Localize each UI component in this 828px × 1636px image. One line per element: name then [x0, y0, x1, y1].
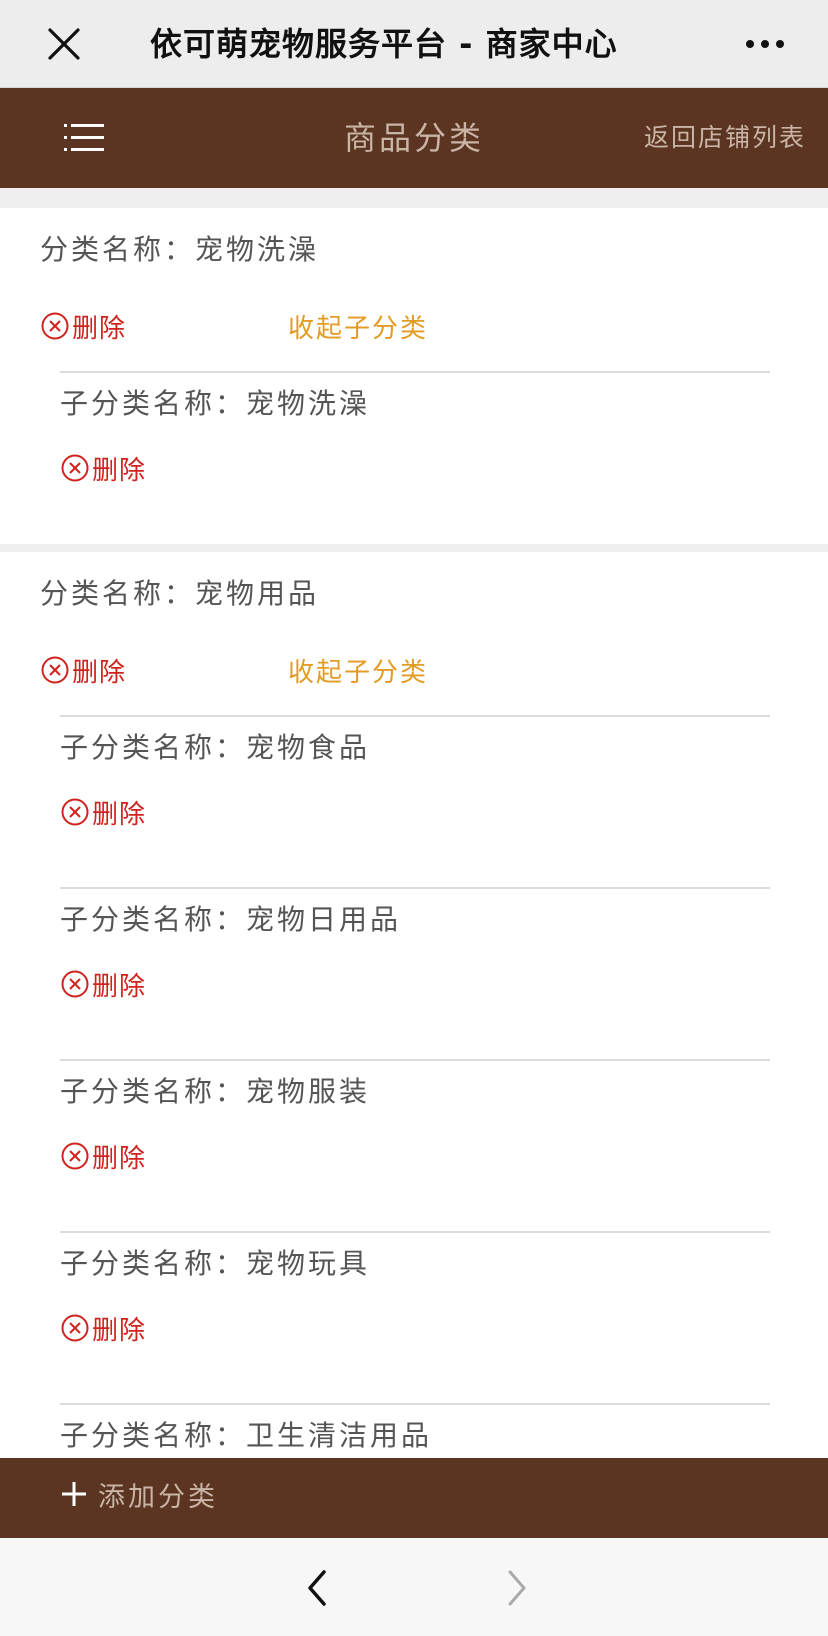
- subcategory-name-value: 宠物食品: [246, 731, 371, 764]
- category-card: 分类名称：宠物洗澡 删除 收起子分类 子分类名称：宠物洗澡 删除: [0, 208, 828, 544]
- delete-label: 删除: [92, 971, 147, 1002]
- app-header: 商品分类 返回店铺列表: [0, 88, 828, 188]
- divider: [60, 715, 770, 717]
- subcategory-name-value: 宠物洗澡: [246, 387, 371, 420]
- category-card: 分类名称：宠物用品 删除 收起子分类 子分类名称：宠物食品 删除 子分类名称：宠…: [0, 552, 828, 1458]
- category-name-value: 宠物洗澡: [195, 233, 320, 266]
- subcategory-name: 子分类名称：宠物玩具: [60, 1242, 370, 1282]
- back-to-store-list-link[interactable]: 返回店铺列表: [644, 88, 806, 188]
- divider: [60, 887, 770, 889]
- subcategory-name: 子分类名称：宠物日用品: [60, 898, 401, 938]
- delete-circle-x-icon: [61, 970, 89, 998]
- add-category-label: 添加分类: [98, 1482, 218, 1513]
- delete-subcategory-button[interactable]: 删除: [60, 450, 146, 486]
- subcategory-name-label: 子分类名称：: [60, 387, 247, 420]
- subcategory-name-label: 子分类名称：: [60, 903, 247, 936]
- browser-nav-bar: [0, 1538, 828, 1636]
- delete-label: 删除: [72, 657, 127, 688]
- category-name: 分类名称：宠物用品: [40, 572, 319, 612]
- delete-label: 删除: [92, 799, 147, 830]
- more-icon[interactable]: [740, 26, 790, 62]
- category-name-label: 分类名称：: [40, 577, 196, 610]
- subcategory-name-value: 宠物玩具: [246, 1247, 371, 1280]
- delete-subcategory-button[interactable]: 删除: [60, 966, 146, 1002]
- delete-label: 删除: [92, 1143, 147, 1174]
- delete-circle-x-icon: [61, 1142, 89, 1170]
- delete-label: 删除: [92, 455, 147, 486]
- delete-label: 删除: [72, 313, 127, 344]
- subcategory-name-value: 卫生清洁用品: [246, 1419, 433, 1452]
- delete-category-button[interactable]: 删除: [40, 308, 126, 344]
- close-icon[interactable]: [44, 24, 84, 64]
- delete-subcategory-button[interactable]: 删除: [60, 1310, 146, 1346]
- category-name-label: 分类名称：: [40, 233, 196, 266]
- delete-circle-x-icon: [61, 798, 89, 826]
- divider: [60, 1231, 770, 1233]
- subcategory-name-value: 宠物日用品: [246, 903, 402, 936]
- delete-category-button[interactable]: 删除: [40, 652, 126, 688]
- subcategory-name-label: 子分类名称：: [60, 1247, 247, 1280]
- delete-circle-x-icon: [61, 454, 89, 482]
- collapse-subcategories-button[interactable]: 收起子分类: [288, 652, 428, 689]
- delete-subcategory-button[interactable]: 删除: [60, 794, 146, 830]
- subcategory-name: 子分类名称：宠物洗澡: [60, 382, 370, 422]
- delete-circle-x-icon: [41, 312, 69, 340]
- collapse-subcategories-button[interactable]: 收起子分类: [288, 308, 428, 345]
- divider: [60, 1059, 770, 1061]
- window-title: 依可萌宠物服务平台 - 商家中心: [150, 25, 618, 63]
- divider: [60, 371, 770, 373]
- delete-subcategory-button[interactable]: 删除: [60, 1138, 146, 1174]
- wechat-title-bar: 依可萌宠物服务平台 - 商家中心: [0, 0, 828, 88]
- subcategory-name-label: 子分类名称：: [60, 1075, 247, 1108]
- delete-circle-x-icon: [41, 656, 69, 684]
- category-name: 分类名称：宠物洗澡: [40, 228, 319, 268]
- divider: [60, 1403, 770, 1405]
- page: 依可萌宠物服务平台 - 商家中心 商品分类 返回店铺列表 分类名称：宠物洗澡 删…: [0, 0, 828, 1636]
- subcategory-name-label: 子分类名称：: [60, 731, 247, 764]
- chevron-left-icon[interactable]: [300, 1568, 336, 1608]
- subcategory-name-label: 子分类名称：: [60, 1419, 247, 1452]
- delete-circle-x-icon: [61, 1314, 89, 1342]
- hamburger-icon[interactable]: [62, 116, 106, 160]
- add-category-button[interactable]: 添加分类: [0, 1458, 828, 1538]
- subcategory-name: 子分类名称：宠物食品: [60, 726, 370, 766]
- subcategory-name: 子分类名称：宠物服装: [60, 1070, 370, 1110]
- subcategory-name-value: 宠物服装: [246, 1075, 371, 1108]
- plus-icon: [60, 1480, 88, 1508]
- subcategory-name: 子分类名称：卫生清洁用品: [60, 1414, 432, 1454]
- chevron-right-icon[interactable]: [498, 1568, 534, 1608]
- category-name-value: 宠物用品: [195, 577, 320, 610]
- delete-label: 删除: [92, 1315, 147, 1346]
